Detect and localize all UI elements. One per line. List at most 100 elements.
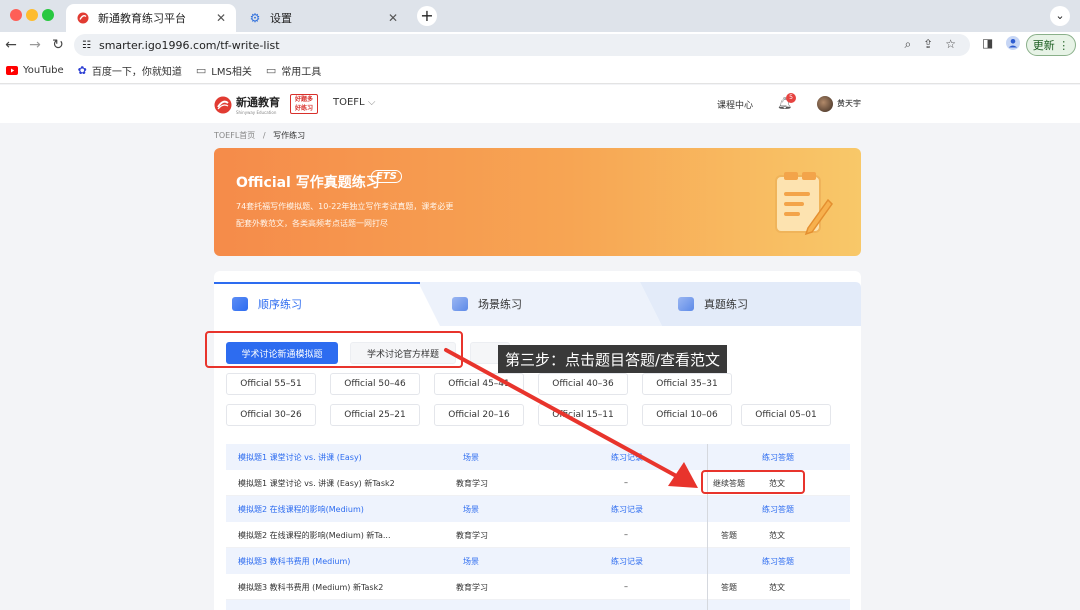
close-tab-icon[interactable]: ✕	[388, 11, 398, 25]
question-name[interactable]: 模拟题3 教科书费用 (Medium) 新Task2	[238, 582, 383, 593]
folder-icon: ▭	[195, 64, 207, 77]
shinyway-favicon-icon	[76, 11, 90, 25]
sidebar-icon[interactable]: ◨	[982, 36, 993, 50]
official-set-pill[interactable]: Official 50–46	[330, 373, 420, 395]
bookmark-baidu[interactable]: ✿ 百度一下，你就知道	[78, 63, 182, 78]
baidu-paw-icon: ✿	[77, 64, 87, 77]
profile-icon[interactable]	[1006, 36, 1020, 53]
hero-title: Official 写作真题练习	[236, 175, 380, 191]
column-record: 练习记录	[611, 557, 643, 566]
chevron-down-icon: ⌵	[367, 97, 376, 108]
badge-line: 好题多	[294, 96, 313, 103]
avatar[interactable]	[817, 96, 833, 112]
site-info-icon[interactable]: ☷	[82, 40, 91, 51]
main-tabs: 顺序练习 场景练习 真题练习	[214, 282, 861, 326]
star-icon[interactable]: ☆	[945, 37, 956, 52]
answer-button[interactable]: 答题	[721, 582, 737, 593]
browser-tab-settings[interactable]: ⚙ 设置 ✕	[238, 4, 408, 32]
question-scene: 教育学习	[456, 583, 488, 592]
column-action: 练习答题	[762, 453, 794, 462]
question-name[interactable]: 模拟题2 在线课程的影响(Medium) 新Ta...	[238, 530, 391, 541]
update-label: 更新	[1032, 39, 1055, 52]
highlight-actions-box	[701, 470, 805, 494]
hero-banner: Official 写作真题练习 ETS 74套托福写作模拟题、10-22年独立写…	[214, 148, 861, 256]
minimize-window-button[interactable]	[26, 9, 38, 21]
gear-icon: ⚙	[249, 11, 261, 25]
official-set-pill[interactable]: Official 25–21	[330, 404, 420, 426]
bookmark-folder-lms[interactable]: ▭ LMS相关	[196, 63, 252, 78]
table-row[interactable]: 模拟题3 教科书费用 (Medium) 新Task2 教育学习 – 答题 范文	[226, 574, 850, 600]
column-scene: 场景	[463, 505, 479, 514]
breadcrumb: TOEFL首页 / 写作练习	[214, 130, 305, 141]
table-row[interactable]: 模拟题2 在线课程的影响(Medium) 新Ta... 教育学习 – 答题 范文	[226, 522, 850, 548]
close-window-button[interactable]	[10, 9, 22, 21]
column-scene: 场景	[463, 557, 479, 566]
column-record: 练习记录	[611, 505, 643, 514]
tab-label: 场景练习	[478, 298, 522, 311]
sample-essay-button[interactable]: 范文	[769, 582, 785, 593]
tab-label: 真题练习	[704, 298, 748, 311]
bookmark-youtube[interactable]: YouTube	[6, 65, 64, 76]
update-button[interactable]: 更新 ⋮	[1026, 34, 1076, 56]
question-scene: 教育学习	[456, 531, 488, 540]
group-title[interactable]: 模拟题1 课堂讨论 vs. 讲课 (Easy)	[238, 452, 362, 463]
table-group-header: 模拟题3 教科书费用 (Medium) 场景 练习记录 练习答题	[226, 548, 850, 574]
badge-line: 好练习	[294, 105, 313, 112]
shinyway-logo-icon	[214, 96, 232, 113]
bookmark-label: LMS相关	[211, 67, 252, 78]
breadcrumb-current: 写作练习	[273, 131, 306, 140]
browser-tab-bar: 新通教育练习平台 ✕ ⚙ 设置 ✕ + ⌄	[0, 0, 1080, 32]
highlight-subtabs-box	[205, 331, 463, 368]
reload-icon[interactable]: ↻	[49, 36, 67, 54]
official-set-pill[interactable]: Official 55–51	[226, 373, 316, 395]
course-center-link[interactable]: 课程中心	[717, 98, 753, 111]
forward-arrow-icon[interactable]: →	[26, 36, 44, 54]
logo-subtitle: Shinyway Education	[236, 110, 277, 115]
table-group-header-partial	[226, 600, 850, 610]
table-group-header: 模拟题2 在线课程的影响(Medium) 场景 练习记录 练习答题	[226, 496, 850, 522]
breadcrumb-separator: /	[262, 131, 266, 140]
url-text: smarter.igo1996.com/tf-write-list	[98, 38, 280, 52]
address-bar[interactable]: ☷ smarter.igo1996.com/tf-write-list ⌕ ⇪ …	[74, 34, 970, 56]
bookmark-label: YouTube	[23, 65, 64, 76]
share-icon[interactable]: ⇪	[923, 37, 933, 52]
tab-title: 新通教育练习平台	[98, 12, 186, 25]
bookmark-label: 常用工具	[281, 67, 322, 78]
hero-description-line2: 配套外教范文，各类高频考点话题一网打尽	[236, 219, 388, 228]
group-title[interactable]: 模拟题3 教科书费用 (Medium)	[238, 556, 350, 567]
notification-badge: 5	[786, 93, 796, 103]
tab-sequential-practice[interactable]: 顺序练习	[232, 282, 302, 326]
hero-description-line1: 74套托福写作模拟题、10-22年独立写作考试真题，课考必更	[236, 202, 454, 211]
logo-text: 新通教育	[236, 96, 280, 109]
official-set-pill[interactable]: Official 05–01	[741, 404, 831, 426]
close-tab-icon[interactable]: ✕	[216, 11, 226, 25]
browser-toolbar: ← → ↻ ☷ smarter.igo1996.com/tf-write-lis…	[0, 32, 1080, 58]
answer-button[interactable]: 答题	[721, 530, 737, 541]
column-action: 练习答题	[762, 505, 794, 514]
tab-label: 顺序练习	[258, 298, 302, 311]
tab-title: 设置	[270, 12, 292, 25]
new-tab-button[interactable]: +	[417, 6, 437, 26]
product-selector[interactable]: TOEFL ⌵	[333, 97, 375, 108]
zoom-window-button[interactable]	[42, 9, 54, 21]
question-record: –	[624, 582, 628, 591]
folder-icon: ▭	[265, 64, 277, 77]
site-logo[interactable]: 新通教育 Shinyway Education	[214, 94, 280, 115]
sample-essay-button[interactable]: 范文	[769, 530, 785, 541]
column-action: 练习答题	[762, 557, 794, 566]
group-title[interactable]: 模拟题2 在线课程的影响(Medium)	[238, 504, 364, 515]
tab-real-exam-practice[interactable]: 真题练习	[678, 282, 748, 326]
list-play-icon	[232, 297, 248, 311]
tutorial-callout: 第三步：点击题目答题/查看范文	[498, 345, 728, 373]
product-label: TOEFL	[333, 97, 365, 108]
official-set-pill[interactable]: Official 30–26	[226, 404, 316, 426]
breadcrumb-home[interactable]: TOEFL首页	[214, 131, 255, 140]
tab-search-chevron-icon[interactable]: ⌄	[1050, 6, 1070, 26]
browser-tab-practice[interactable]: 新通教育练习平台 ✕	[66, 4, 236, 32]
bookmark-folder-tools[interactable]: ▭ 常用工具	[266, 63, 321, 78]
question-name[interactable]: 模拟题1 课堂讨论 vs. 讲课 (Easy) 新Task2	[238, 478, 395, 489]
back-arrow-icon[interactable]: ←	[2, 36, 20, 54]
zoom-icon[interactable]: ⌕	[904, 37, 911, 52]
tab-scene-practice[interactable]: 场景练习	[452, 282, 522, 326]
username[interactable]: 黄天宇	[837, 98, 861, 109]
